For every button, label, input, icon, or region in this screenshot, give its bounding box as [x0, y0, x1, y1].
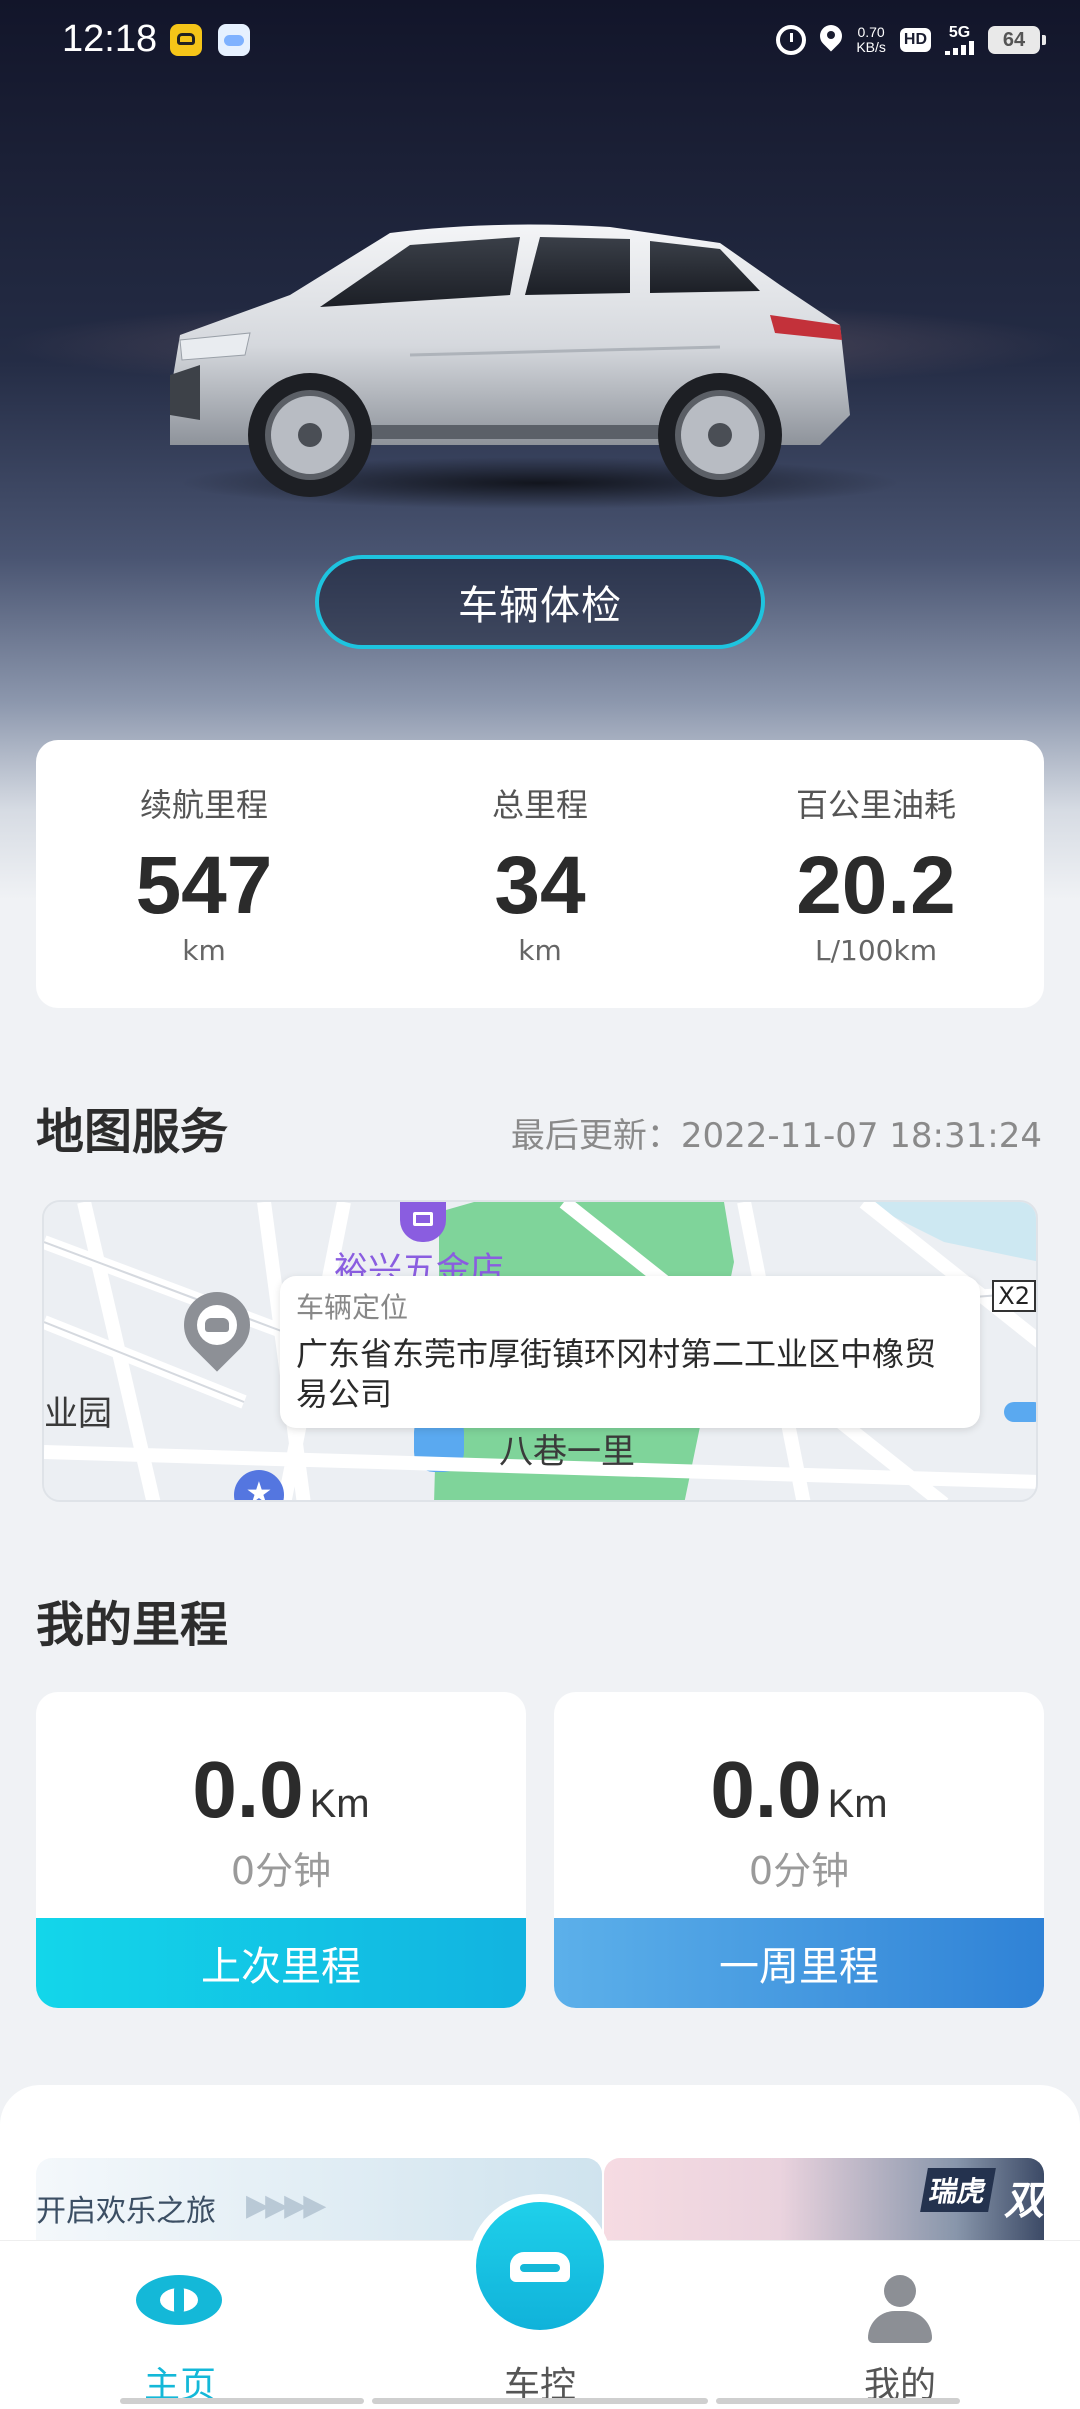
mileage-unit: Km [827, 1782, 888, 1826]
location-icon [820, 25, 842, 55]
hd-badge: HD [899, 28, 931, 52]
map-section-title: 地图服务 [36, 1104, 229, 1160]
bubble-title: 车辆定位 [296, 1291, 409, 1324]
mileage-value: 0.0 [710, 1745, 822, 1834]
nav-indicator [716, 2398, 960, 2404]
taxi-app-icon [170, 24, 202, 56]
stat-value: 20.2 [796, 840, 956, 931]
mileage-section-title: 我的里程 [36, 1597, 229, 1653]
mileage-value-row: 0.0 Km [36, 1744, 526, 1836]
brand-logo-icon [136, 2275, 222, 2325]
banner-right-text: 双 [1004, 2178, 1044, 2224]
stat-label: 百公里油耗 [795, 786, 956, 824]
status-icons: 0.70 KB/s HD 5G 64 [776, 20, 1046, 60]
network-speed: 0.70 KB/s [856, 25, 886, 55]
alarm-icon [776, 25, 807, 55]
mileage-duration: 0分钟 [748, 1849, 850, 1893]
fuel-consumption-stat: 百公里油耗 20.2 L/100km [708, 740, 1044, 1008]
total-mileage-stat: 总里程 34 km [372, 740, 708, 1008]
stat-unit: L/100km [815, 934, 937, 967]
mileage-unit: Km [309, 1782, 370, 1826]
banner-left-text: 开启欢乐之旅 [36, 2194, 216, 2229]
weekly-mileage-button[interactable]: 一周里程 [554, 1918, 1044, 2008]
map-street-label: 八巷一里 [499, 1432, 635, 1472]
status-bar: 12:18 0.70 KB/s HD 5G 64 [0, 0, 1080, 80]
cloud-app-icon [218, 24, 250, 56]
stat-unit: km [182, 934, 226, 967]
network-speed-unit: KB/s [856, 39, 886, 55]
battery-icon: 64 [988, 26, 1046, 54]
range-stat: 续航里程 547 km [36, 740, 372, 1008]
vehicle-address: 广东省东莞市厚街镇环冈村第二工业区中橡贸易公司 [296, 1335, 937, 1413]
network-speed-value: 0.70 [857, 24, 885, 40]
road-badge: X2 [992, 1280, 1036, 1312]
last-trip-button[interactable]: 上次里程 [36, 1918, 526, 2008]
tab-home[interactable]: 主页 [60, 2241, 300, 2409]
car-control-button[interactable] [468, 2194, 612, 2338]
map-area-label: 业园 [44, 1394, 112, 1434]
stat-label: 续航里程 [139, 786, 268, 824]
tab-mine[interactable]: 我的 [780, 2241, 1020, 2409]
status-time: 12:18 [62, 18, 158, 60]
vehicle-check-button[interactable]: 车辆体检 [315, 555, 765, 649]
promo-banner-right[interactable]: 瑞虎 双 [604, 2158, 1044, 2248]
last-update-time: 最后更新：2022-11-07 18:31:24 [510, 1116, 1042, 1156]
banner-arrows-icon: ▶▶▶▶ [246, 2188, 326, 2223]
vehicle-stats-card: 续航里程 547 km 总里程 34 km 百公里油耗 20.2 L/100km [36, 740, 1044, 1008]
nav-indicator [120, 2398, 364, 2404]
network-type: 5G [948, 24, 971, 41]
nav-indicator [372, 2398, 708, 2404]
car-icon [476, 2202, 604, 2330]
mileage-value: 0.0 [192, 1745, 304, 1834]
mileage-value-row: 0.0 Km [554, 1744, 1044, 1836]
vehicle-location-map[interactable]: 裕兴五金店 业园 八巷一里 X2 车辆定位 广东省东莞市厚街镇环冈村第二工业区中… [42, 1200, 1038, 1502]
banner-brand: 瑞虎 [920, 2168, 996, 2212]
car-image [160, 215, 920, 515]
location-bubble: 车辆定位 广东省东莞市厚街镇环冈村第二工业区中橡贸易公司 [280, 1276, 980, 1428]
hardware-store-poi-icon [400, 1202, 446, 1242]
weekly-mileage-card: 0.0 Km 0分钟 一周里程 [554, 1692, 1044, 2008]
signal-icon: 5G [945, 25, 974, 55]
stat-label: 总里程 [491, 786, 588, 824]
mileage-duration: 0分钟 [230, 1849, 332, 1893]
person-icon [868, 2275, 932, 2347]
stat-unit: km [518, 934, 562, 967]
stat-value: 34 [494, 840, 586, 931]
stat-value: 547 [135, 840, 273, 931]
last-trip-card: 0.0 Km 0分钟 上次里程 [36, 1692, 526, 2008]
